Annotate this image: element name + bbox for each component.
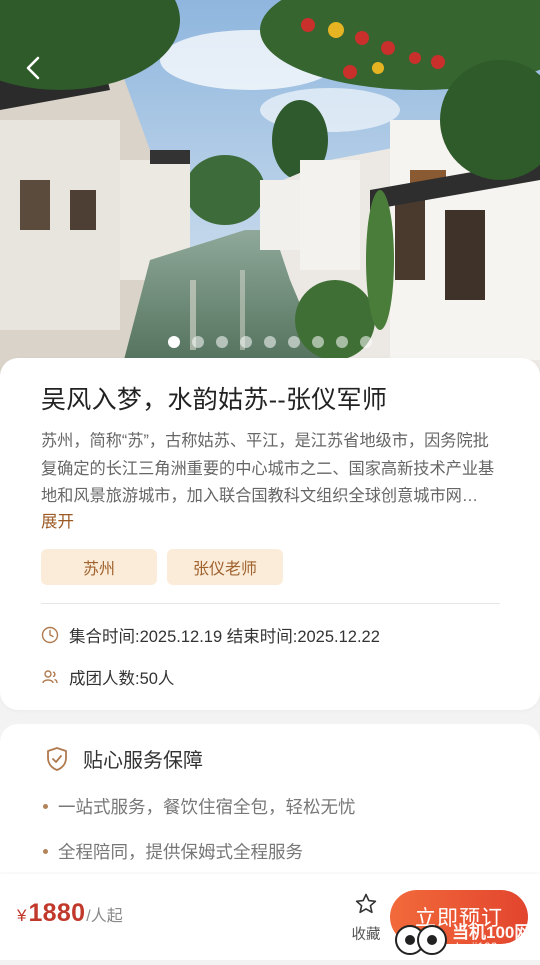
tag-suzhou[interactable]: 苏州	[41, 549, 157, 585]
price-value: 1880	[28, 899, 86, 927]
carousel-dot[interactable]	[360, 336, 372, 348]
price-unit: /人起	[86, 908, 123, 925]
schedule-text: 集合时间:2025.12.19 结束时间:2025.12.22	[69, 628, 380, 646]
price-symbol: ¥	[17, 906, 27, 925]
carousel-dot[interactable]	[288, 336, 300, 348]
carousel-dot[interactable]	[264, 336, 276, 348]
group-size-row: 成团人数:50人	[41, 665, 174, 689]
star-icon	[355, 893, 377, 914]
expand-link[interactable]: 展开	[41, 508, 74, 532]
tag-list: 苏州 张仪老师	[41, 549, 283, 585]
favorite-label: 收藏	[351, 927, 381, 943]
chevron-left-icon	[26, 56, 40, 80]
carousel-indicators	[0, 336, 540, 348]
divider	[41, 603, 500, 604]
service-item: 全程陪同，提供保姆式全程服务	[43, 839, 303, 864]
suzhou-canal-photo	[0, 0, 540, 375]
watermark-logo-icon	[395, 925, 447, 955]
carousel-dot[interactable]	[312, 336, 324, 348]
back-button[interactable]	[18, 52, 50, 84]
carousel-dot[interactable]	[240, 336, 252, 348]
bullet-icon	[43, 804, 48, 809]
tag-teacher[interactable]: 张仪老师	[167, 549, 283, 585]
service-item-text: 全程陪同，提供保姆式全程服务	[58, 842, 303, 862]
shield-check-icon	[47, 746, 67, 771]
carousel-dot[interactable]	[216, 336, 228, 348]
group-size-text: 成团人数:50人	[69, 670, 175, 688]
watermark-url: danji100.com	[452, 940, 524, 954]
carousel-dot[interactable]	[192, 336, 204, 348]
trip-title: 吴风入梦，水韵姑苏--张仪军师	[41, 386, 388, 414]
service-item-text: 一站式服务，餐饮住宿全包，轻松无忧	[58, 797, 356, 817]
bullet-icon	[43, 849, 48, 854]
service-title: 贴心服务保障	[83, 750, 203, 772]
hero-image-carousel[interactable]	[0, 0, 540, 375]
trip-description: 苏州，简称“苏”，古称姑苏、平江，是江苏省地级市，因务院批复确定的长江三角洲重要…	[41, 432, 495, 505]
carousel-dot[interactable]	[168, 336, 180, 348]
clock-icon	[41, 626, 59, 644]
schedule-row: 集合时间:2025.12.19 结束时间:2025.12.22	[41, 623, 380, 647]
service-title-row: 贴心服务保障	[45, 744, 203, 773]
watermark: 当机100网 danji100.com	[392, 914, 540, 960]
people-icon	[42, 670, 58, 684]
service-item: 一站式服务，餐饮住宿全包，轻松无忧	[43, 794, 356, 819]
carousel-dot[interactable]	[336, 336, 348, 348]
trip-info-card: 吴风入梦，水韵姑苏--张仪军师 苏州，简称“苏”，古称姑苏、平江，是江苏省地级市…	[0, 358, 540, 710]
price: ¥ 1880 /人起	[17, 899, 123, 928]
favorite-button[interactable]: 收藏	[348, 892, 384, 944]
